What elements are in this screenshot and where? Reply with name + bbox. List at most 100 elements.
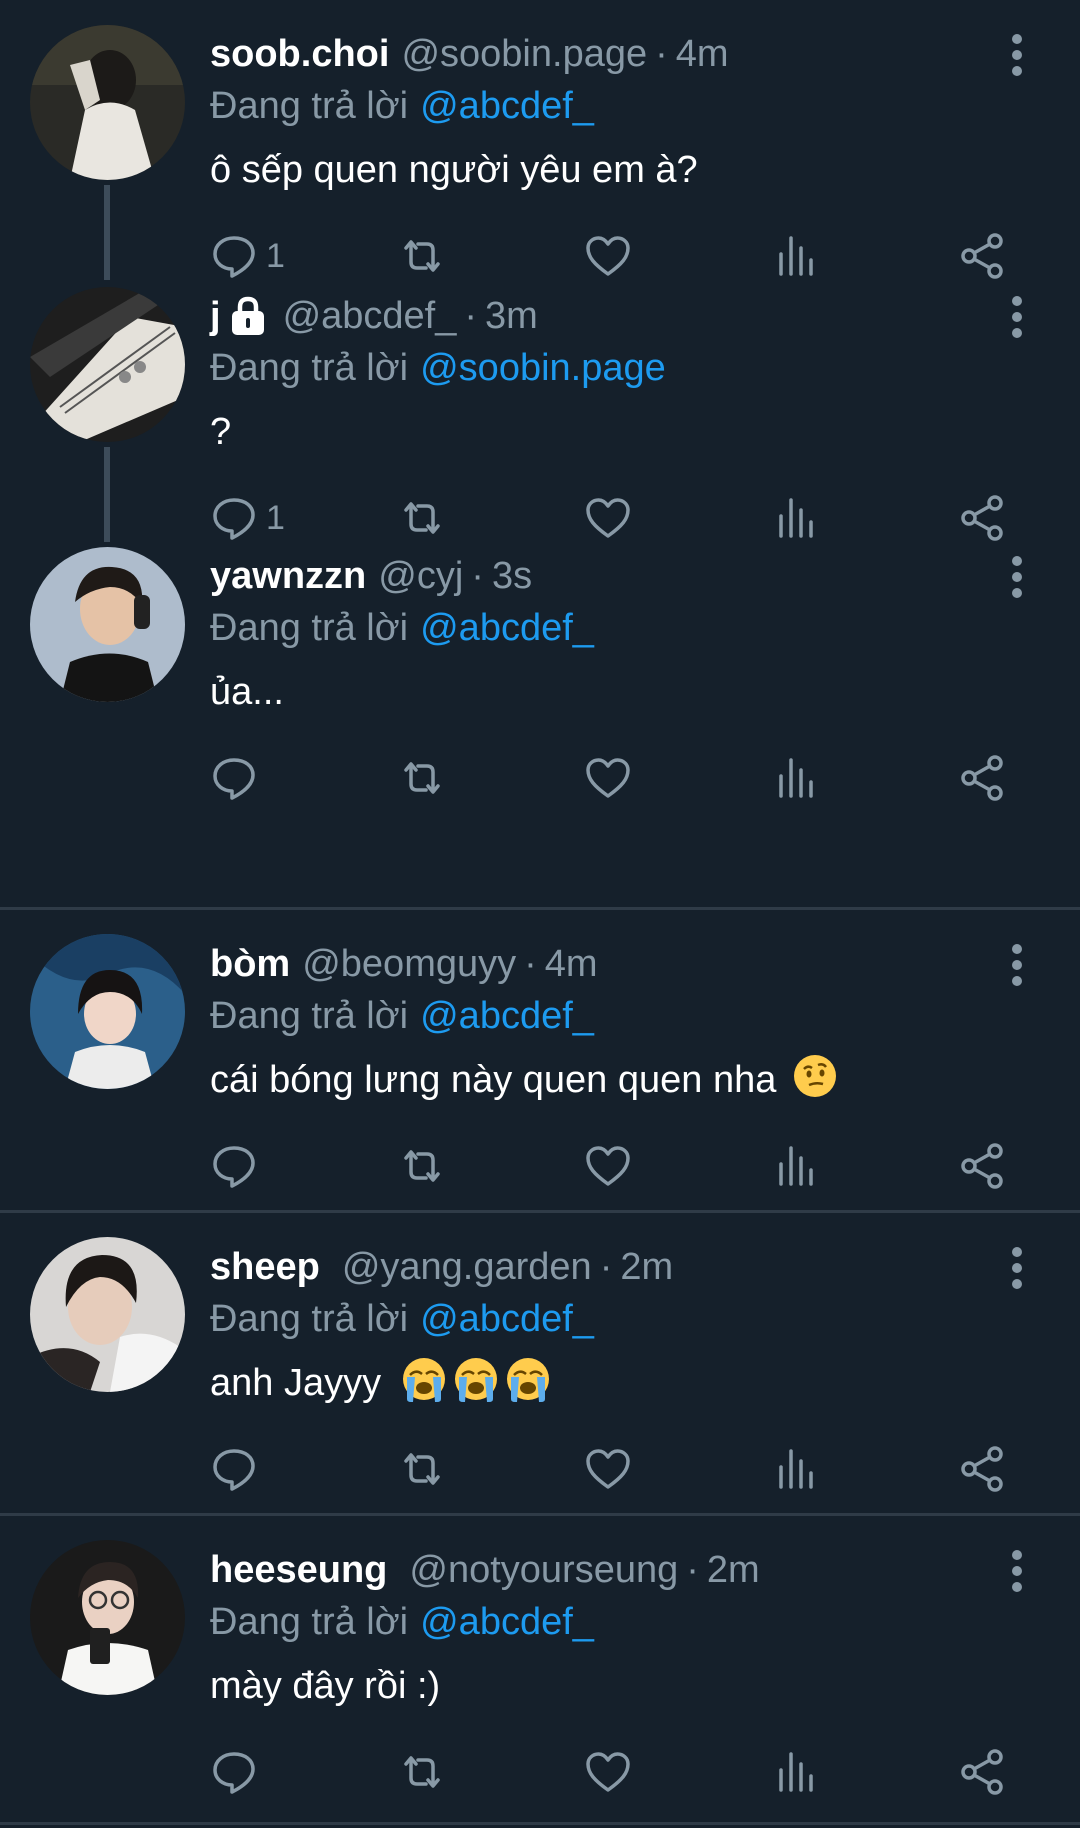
- replying-to-label: Đang trả lời: [210, 85, 409, 127]
- timestamp[interactable]: 2m: [707, 1544, 760, 1596]
- like-button[interactable]: [584, 1135, 632, 1197]
- vertical-dots-icon[interactable]: [1000, 32, 1034, 78]
- avatar[interactable]: [30, 547, 185, 702]
- loudly-crying-face-emoji-icon: [452, 1355, 500, 1403]
- timestamp[interactable]: 4m: [676, 28, 729, 80]
- user-handle[interactable]: @yang.garden: [342, 1241, 592, 1293]
- tweet-header: yawnzzn @cyj · 3s: [210, 550, 532, 602]
- tweet-text: ?: [210, 411, 232, 453]
- tweet-j[interactable]: j @abcdef_ · 3m Đang trả lời @soobin.page…: [0, 262, 1080, 542]
- tweet-heeseung[interactable]: heeseung @notyourseung · 2m Đang trả lời…: [0, 1516, 1080, 1828]
- views-button[interactable]: [772, 747, 820, 809]
- tweet-sheep[interactable]: sheep @yang.garden · 2m Đang trả lời @abc…: [0, 1213, 1080, 1516]
- retweet-icon: [404, 1453, 440, 1485]
- avatar-photo-sheep: [30, 1237, 185, 1392]
- retweet-button[interactable]: [398, 747, 446, 809]
- separator-dot: ·: [524, 943, 537, 985]
- vertical-dots-icon[interactable]: [1000, 942, 1034, 988]
- avatar[interactable]: [30, 934, 185, 1089]
- display-name[interactable]: heeseung: [210, 1544, 387, 1596]
- share-button[interactable]: [958, 747, 1006, 809]
- timestamp[interactable]: 2m: [620, 1241, 673, 1293]
- reply-button[interactable]: [210, 1438, 266, 1500]
- reply-button[interactable]: [210, 1135, 266, 1197]
- replying-to-handle[interactable]: @abcdef_: [420, 995, 594, 1037]
- retweet-button[interactable]: [398, 1438, 446, 1500]
- user-handle[interactable]: @beomguyy: [302, 938, 516, 990]
- tweet-header: j @abcdef_ · 3m: [210, 290, 538, 342]
- reply-button[interactable]: [210, 747, 266, 809]
- share-button[interactable]: [958, 1741, 1006, 1803]
- display-name[interactable]: bòm: [210, 938, 290, 990]
- user-handle[interactable]: @cyj: [378, 550, 463, 602]
- tweet-header: sheep @yang.garden · 2m: [210, 1241, 673, 1293]
- replying-to: Đang trả lời @abcdef_: [210, 78, 594, 134]
- tweet-text: anh Jayyy: [210, 1362, 382, 1404]
- replying-to-handle[interactable]: @soobin.page: [420, 347, 666, 389]
- like-button[interactable]: [584, 1438, 632, 1500]
- views-button[interactable]: [772, 1741, 820, 1803]
- timestamp[interactable]: 4m: [545, 938, 598, 990]
- replying-to-handle[interactable]: @abcdef_: [420, 1601, 594, 1643]
- bar-chart-icon: [779, 758, 813, 798]
- tweet-text: mày đây rồi :): [210, 1665, 441, 1707]
- display-name[interactable]: j: [210, 290, 221, 342]
- reply-thread-feed: soob.choi @soobin.page · 4m Đang trả lời…: [0, 0, 1080, 1828]
- loudly-crying-face-emoji-icon: [400, 1355, 448, 1403]
- timestamp[interactable]: 3s: [492, 550, 532, 602]
- retweet-icon: [404, 762, 440, 794]
- views-button[interactable]: [772, 1135, 820, 1197]
- tweet-bom[interactable]: bòm @beomguyy · 4m Đang trả lời @abcdef_ …: [0, 910, 1080, 1213]
- tweet-actions: [0, 1135, 1080, 1197]
- replying-to: Đang trả lời @abcdef_: [210, 988, 594, 1044]
- tweet-divider: [0, 1822, 1080, 1825]
- avatar[interactable]: [30, 25, 185, 180]
- retweet-button[interactable]: [398, 1741, 446, 1803]
- tweet-text: ô sếp quen người yêu em à?: [210, 149, 698, 191]
- share-button[interactable]: [958, 1135, 1006, 1197]
- replying-to-label: Đang trả lời: [210, 1601, 409, 1643]
- tweet-yawnzzn[interactable]: yawnzzn @cyj · 3s Đang trả lời @abcdef_ ủ…: [0, 522, 1080, 910]
- thinking-face-emoji-icon: [791, 1052, 839, 1100]
- tweet-header: soob.choi @soobin.page · 4m: [210, 28, 729, 80]
- replying-to: Đang trả lời @abcdef_: [210, 600, 594, 656]
- replying-to-handle[interactable]: @abcdef_: [420, 1298, 594, 1340]
- user-handle[interactable]: @notyourseung: [409, 1544, 678, 1596]
- tweet-text: ủa...: [210, 671, 284, 713]
- speech-bubble-icon: [213, 758, 255, 800]
- vertical-dots-icon[interactable]: [1000, 1548, 1034, 1594]
- bar-chart-icon: [779, 1449, 813, 1489]
- avatar[interactable]: [30, 1540, 185, 1695]
- display-name[interactable]: sheep: [210, 1241, 320, 1293]
- avatar-photo-j: [30, 287, 185, 442]
- vertical-dots-icon[interactable]: [1000, 554, 1034, 600]
- like-button[interactable]: [584, 1741, 632, 1803]
- vertical-dots-icon[interactable]: [1000, 294, 1034, 340]
- replying-to-handle[interactable]: @abcdef_: [420, 85, 594, 127]
- bar-chart-icon: [779, 1146, 813, 1186]
- separator-dot: ·: [686, 1549, 699, 1591]
- reply-button[interactable]: [210, 1741, 266, 1803]
- views-button[interactable]: [772, 1438, 820, 1500]
- share-button[interactable]: [958, 1438, 1006, 1500]
- tweet-soob-choi[interactable]: soob.choi @soobin.page · 4m Đang trả lời…: [0, 0, 1080, 280]
- heart-icon: [586, 1449, 630, 1489]
- avatar[interactable]: [30, 287, 185, 442]
- share-nodes-icon: [961, 1446, 1003, 1492]
- display-name[interactable]: soob.choi: [210, 28, 389, 80]
- vertical-dots-icon[interactable]: [1000, 1245, 1034, 1291]
- timestamp[interactable]: 3m: [485, 290, 538, 342]
- avatar[interactable]: [30, 1237, 185, 1392]
- replying-to-handle[interactable]: @abcdef_: [420, 607, 594, 649]
- replying-to: Đang trả lời @soobin.page: [210, 340, 666, 396]
- display-name[interactable]: yawnzzn: [210, 550, 366, 602]
- user-handle[interactable]: @abcdef_: [283, 290, 457, 342]
- bar-chart-icon: [779, 1752, 813, 1792]
- replying-to: Đang trả lời @abcdef_: [210, 1291, 594, 1347]
- share-nodes-icon: [961, 1749, 1003, 1795]
- tweet-text-container: anh Jayyy: [210, 1353, 552, 1413]
- retweet-button[interactable]: [398, 1135, 446, 1197]
- like-button[interactable]: [584, 747, 632, 809]
- tweet-header: bòm @beomguyy · 4m: [210, 938, 598, 990]
- user-handle[interactable]: @soobin.page: [401, 28, 647, 80]
